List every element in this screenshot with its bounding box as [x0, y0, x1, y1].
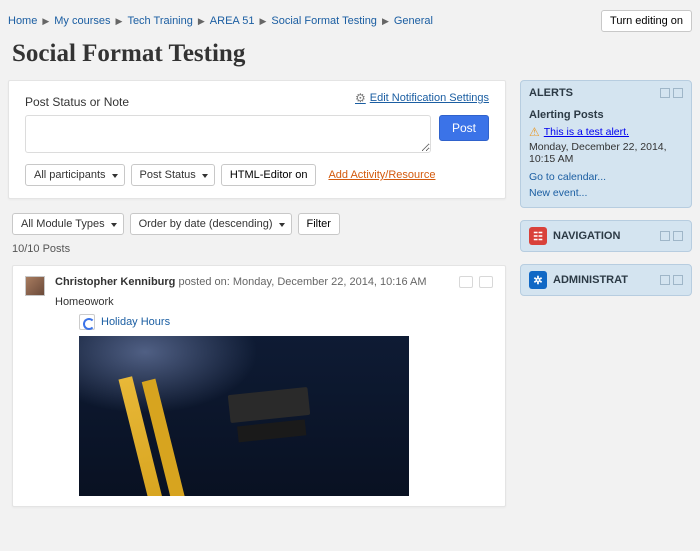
- post-type-select[interactable]: Post Status: [131, 164, 215, 186]
- edit-notification-settings-link[interactable]: ⚙ Edit Notification Settings: [355, 91, 489, 105]
- alerts-block: ALERTS Alerting Posts ⚠ This is a test a…: [520, 80, 692, 208]
- block-dock-icon[interactable]: [673, 88, 683, 98]
- gear-icon: ⚙: [355, 91, 366, 105]
- alert-link[interactable]: This is a test alert.: [544, 126, 629, 138]
- block-dock-icon[interactable]: [673, 231, 683, 241]
- post-attachment: Holiday Hours: [79, 314, 493, 330]
- chevron-right-icon: ▶: [116, 16, 123, 27]
- chevron-right-icon: ▶: [198, 16, 205, 27]
- breadcrumb-my-courses[interactable]: My courses: [54, 15, 110, 27]
- block-hide-icon[interactable]: [660, 275, 670, 285]
- module-type-select[interactable]: All Module Types: [12, 213, 124, 235]
- avatar: [25, 276, 45, 296]
- gear-icon: ✲: [529, 271, 547, 289]
- post-actions: [459, 276, 493, 288]
- post-author: Christopher Kenniburg: [55, 276, 175, 288]
- breadcrumb: Home ▶ My courses ▶ Tech Training ▶ AREA…: [8, 15, 433, 27]
- breadcrumb-home[interactable]: Home: [8, 15, 37, 27]
- breadcrumb-area-51[interactable]: AREA 51: [210, 15, 255, 27]
- chevron-right-icon: ▶: [382, 16, 389, 27]
- page-title: Social Format Testing: [12, 40, 692, 68]
- add-activity-resource-link[interactable]: Add Activity/Resource: [328, 169, 435, 181]
- filter-button[interactable]: Filter: [298, 213, 340, 235]
- post-action-icon[interactable]: [459, 276, 473, 288]
- posts-count: 10/10 Posts: [12, 243, 506, 255]
- breadcrumb-social-format-testing[interactable]: Social Format Testing: [271, 15, 377, 27]
- new-event-link[interactable]: New event...: [529, 187, 587, 199]
- post-button[interactable]: Post: [439, 115, 489, 141]
- post-image: [79, 336, 409, 496]
- breadcrumb-tech-training[interactable]: Tech Training: [127, 15, 192, 27]
- chevron-right-icon: ▶: [259, 16, 266, 27]
- alerts-subheading: Alerting Posts: [521, 105, 691, 123]
- post-status-box: ⚙ Edit Notification Settings Post Status…: [8, 80, 506, 199]
- warning-icon: ⚠: [529, 125, 540, 139]
- turn-editing-on-button[interactable]: Turn editing on: [601, 10, 692, 32]
- navigation-icon: ☷: [529, 227, 547, 245]
- navigation-title: NAVIGATION: [553, 230, 620, 242]
- block-hide-icon[interactable]: [660, 231, 670, 241]
- alerts-title: ALERTS: [529, 87, 573, 99]
- go-to-calendar-link[interactable]: Go to calendar...: [529, 171, 606, 183]
- edit-notif-label: Edit Notification Settings: [370, 92, 489, 104]
- post-meta: Christopher Kenniburg posted on: Monday,…: [55, 276, 427, 288]
- attachment-link[interactable]: Holiday Hours: [101, 316, 170, 328]
- post-timestamp: Monday, December 22, 2014, 10:16 AM: [233, 276, 427, 288]
- block-dock-icon[interactable]: [673, 275, 683, 285]
- block-hide-icon[interactable]: [660, 88, 670, 98]
- alert-timestamp: Monday, December 22, 2014, 10:15 AM: [521, 141, 691, 169]
- administration-block: ✲ ADMINISTRAT: [520, 264, 692, 296]
- file-icon: [79, 314, 95, 330]
- post-status-textarea[interactable]: [25, 115, 431, 153]
- chevron-right-icon: ▶: [42, 16, 49, 27]
- breadcrumb-general[interactable]: General: [394, 15, 433, 27]
- lock-icon[interactable]: [479, 276, 493, 288]
- html-editor-toggle[interactable]: HTML-Editor on: [221, 164, 317, 186]
- audience-select[interactable]: All participants: [25, 164, 125, 186]
- administration-title: ADMINISTRAT: [553, 274, 628, 286]
- post-item: Christopher Kenniburg posted on: Monday,…: [12, 265, 506, 507]
- navigation-block: ☷ NAVIGATION: [520, 220, 692, 252]
- filter-row: All Module Types Order by date (descendi…: [12, 213, 506, 235]
- post-posted-prefix: posted on:: [175, 276, 233, 288]
- order-by-select[interactable]: Order by date (descending): [130, 213, 292, 235]
- post-content: Homeowork: [55, 296, 493, 308]
